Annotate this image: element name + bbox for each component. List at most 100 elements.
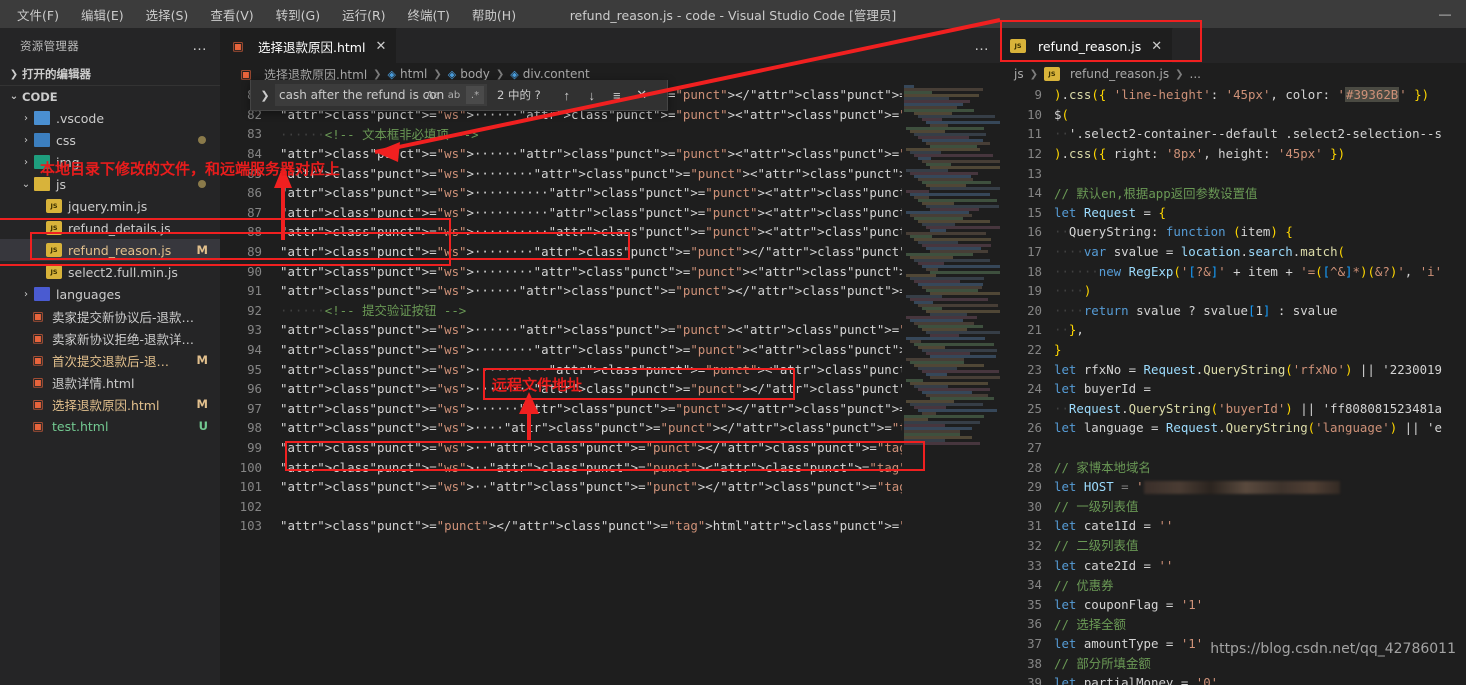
minimap-left[interactable] bbox=[902, 85, 1000, 685]
editor-actions-more-icon[interactable]: … bbox=[974, 28, 990, 63]
code-line[interactable]: 29 let HOST = ' bbox=[1000, 477, 1466, 497]
code-line[interactable]: 97 "attr">class"punct">="ws">······"attr"… bbox=[220, 399, 1000, 419]
tree-item[interactable]: ▣ 首次提交退款后-退… M bbox=[0, 349, 220, 371]
menu-item-run[interactable]: 运行(R) bbox=[331, 1, 396, 28]
find-expand-icon[interactable]: ❯ bbox=[255, 89, 275, 102]
menu-item-edit[interactable]: 编辑(E) bbox=[70, 1, 135, 28]
code-line[interactable]: 11 ··'.select2-container--default .select… bbox=[1000, 124, 1466, 144]
tree-item[interactable]: ▣ 退款详情.html bbox=[0, 371, 220, 393]
code-line[interactable]: 103 "attr">class"punct">="punct"></"attr"… bbox=[220, 516, 1000, 536]
code-line[interactable]: 27 bbox=[1000, 438, 1466, 458]
menu-item-go[interactable]: 转到(G) bbox=[265, 1, 331, 28]
code-line[interactable]: 17 ····var svalue = location.search.match… bbox=[1000, 242, 1466, 262]
tree-item[interactable]: › css bbox=[0, 129, 220, 151]
code-editor-right[interactable]: 9).css({ 'line-height': '45px', color: '… bbox=[1000, 85, 1466, 685]
tree-item[interactable]: JS refund_details.js bbox=[0, 217, 220, 239]
tree-item[interactable]: JS select2.full.min.js bbox=[0, 261, 220, 283]
code-line[interactable]: 21 ··}, bbox=[1000, 320, 1466, 340]
tree-item[interactable]: › img bbox=[0, 151, 220, 173]
code-line[interactable]: 23 let rfxNo = Request.QueryString('rfxNo… bbox=[1000, 359, 1466, 379]
find-previous-icon[interactable]: ↑ bbox=[559, 88, 575, 103]
tree-item[interactable]: JS jquery.min.js bbox=[0, 195, 220, 217]
find-select-all-icon[interactable]: ≡ bbox=[609, 88, 625, 103]
code-line[interactable]: 18 ······new RegExp('[?&]' + item + '=([^… bbox=[1000, 261, 1466, 281]
chevron-right-icon[interactable]: › bbox=[18, 157, 34, 168]
find-next-icon[interactable]: ↓ bbox=[584, 88, 600, 103]
code-line[interactable]: 96 "attr">class"punct">="ws">········"att… bbox=[220, 379, 1000, 399]
code-line[interactable]: 92 ······<!-- 提交验证按钮 --> bbox=[220, 301, 1000, 321]
code-line[interactable]: 88 "attr">class"punct">="ws">··········"a… bbox=[220, 222, 1000, 242]
code-line[interactable]: 26 let language = Request.QueryString('la… bbox=[1000, 418, 1466, 438]
code-line[interactable]: 94 "attr">class"punct">="ws">········"att… bbox=[220, 340, 1000, 360]
menu-item-view[interactable]: 查看(V) bbox=[199, 1, 264, 28]
tree-item[interactable]: JS refund_reason.js M bbox=[0, 239, 220, 261]
find-close-icon[interactable]: ✕ bbox=[634, 87, 650, 103]
code-line[interactable]: 30 // 一级列表值 bbox=[1000, 496, 1466, 516]
breadcrumb-folder-js[interactable]: js bbox=[1014, 67, 1024, 81]
code-line[interactable]: 90 "attr">class"punct">="ws">········"att… bbox=[220, 261, 1000, 281]
code-line[interactable]: 22} bbox=[1000, 340, 1466, 360]
menu-item-file[interactable]: 文件(F) bbox=[6, 1, 70, 28]
code-line[interactable]: 34 // 优惠券 bbox=[1000, 575, 1466, 595]
regex-icon[interactable]: .* bbox=[466, 86, 484, 104]
code-line[interactable]: 12).css({ right: '8px', height: '45px' }… bbox=[1000, 144, 1466, 164]
tree-item[interactable]: ▣ test.html U bbox=[0, 415, 220, 437]
code-line[interactable]: 83 ······<!-- 文本框非必填项 --> bbox=[220, 124, 1000, 144]
code-line[interactable]: 100 "attr">class"punct">="ws">··"attr">cl… bbox=[220, 457, 1000, 477]
chevron-down-icon[interactable]: ⌄ bbox=[18, 179, 34, 190]
breadcrumb-html[interactable]: html bbox=[400, 67, 427, 81]
tab-close-icon[interactable]: ✕ bbox=[1151, 39, 1162, 54]
code-line[interactable]: 93 "attr">class"punct">="ws">······"attr"… bbox=[220, 320, 1000, 340]
code-line[interactable]: 19 ····) bbox=[1000, 281, 1466, 301]
code-line[interactable]: 20 ····return svalue ? svalue[1] : svalue bbox=[1000, 301, 1466, 321]
whole-word-icon[interactable]: ab bbox=[445, 86, 463, 104]
chevron-right-icon[interactable]: › bbox=[18, 289, 34, 300]
code-line[interactable]: 95 "attr">class"punct">="ws">··········"a… bbox=[220, 359, 1000, 379]
tree-item[interactable]: › .vscode bbox=[0, 107, 220, 129]
breadcrumb-body[interactable]: body bbox=[460, 67, 490, 81]
chevron-right-icon[interactable]: › bbox=[18, 135, 34, 146]
project-root-section[interactable]: ⌄ CODE bbox=[0, 85, 220, 107]
code-line[interactable]: 14 // 默认en,根据app返回参数设置值 bbox=[1000, 183, 1466, 203]
menu-item-help[interactable]: 帮助(H) bbox=[461, 1, 527, 28]
chevron-right-icon[interactable]: › bbox=[18, 113, 34, 124]
find-widget[interactable]: ❯ cash after the refund is con Aa ab .* … bbox=[250, 80, 668, 111]
code-line[interactable]: 10 $( bbox=[1000, 105, 1466, 125]
code-line[interactable]: 25 ··Request.QueryString('buyerId') || 'f… bbox=[1000, 399, 1466, 419]
code-line[interactable]: 9).css({ 'line-height': '45px', color: '… bbox=[1000, 85, 1466, 105]
tree-item[interactable]: ▣ 卖家提交新协议后-退款… bbox=[0, 305, 220, 327]
code-line[interactable]: 13 bbox=[1000, 163, 1466, 183]
menu-item-select[interactable]: 选择(S) bbox=[135, 1, 200, 28]
match-case-icon[interactable]: Aa bbox=[424, 86, 442, 104]
code-line[interactable]: 85 "attr">class"punct">="ws">········"att… bbox=[220, 163, 1000, 183]
code-line[interactable]: 31 let cate1Id = '' bbox=[1000, 516, 1466, 536]
find-input[interactable]: cash after the refund is con Aa ab .* bbox=[275, 84, 487, 106]
open-editors-section[interactable]: ❯ 打开的编辑器 bbox=[0, 63, 220, 85]
code-line[interactable]: 102 bbox=[220, 496, 1000, 516]
code-line[interactable]: 36 // 选择全额 bbox=[1000, 614, 1466, 634]
tree-item[interactable]: ⌄ js bbox=[0, 173, 220, 195]
tree-item[interactable]: › languages bbox=[0, 283, 220, 305]
breadcrumb-div-content[interactable]: div.content bbox=[523, 67, 590, 81]
code-line[interactable]: 39 let partialMoney = '0' bbox=[1000, 673, 1466, 685]
code-editor-left[interactable]: 81"attr">class"punct">="ws">······"attr"… bbox=[220, 85, 1000, 685]
code-line[interactable]: 86 "attr">class"punct">="ws">··········"a… bbox=[220, 183, 1000, 203]
code-line[interactable]: 32 // 二级列表值 bbox=[1000, 536, 1466, 556]
code-line[interactable]: 98 "attr">class"punct">="ws">····"attr">c… bbox=[220, 418, 1000, 438]
code-line[interactable]: 28 // 家博本地域名 bbox=[1000, 457, 1466, 477]
code-line[interactable]: 33 let cate2Id = '' bbox=[1000, 555, 1466, 575]
code-line[interactable]: 35 let couponFlag = '1' bbox=[1000, 594, 1466, 614]
tree-item[interactable]: ▣ 选择退款原因.html M bbox=[0, 393, 220, 415]
menu-item-terminal[interactable]: 终端(T) bbox=[397, 1, 461, 28]
code-line[interactable]: 15 let Request = { bbox=[1000, 203, 1466, 223]
tab-refund-reason-js[interactable]: JS refund_reason.js ✕ bbox=[1000, 28, 1174, 63]
tree-item[interactable]: ▣ 卖家新协议拒绝-退款详… bbox=[0, 327, 220, 349]
explorer-more-icon[interactable]: … bbox=[192, 38, 208, 53]
code-line[interactable]: 101 "attr">class"punct">="ws">··"attr">cl… bbox=[220, 477, 1000, 497]
tab-close-icon[interactable]: ✕ bbox=[375, 39, 386, 54]
code-line[interactable]: 84 "attr">class"punct">="ws">······"attr"… bbox=[220, 144, 1000, 164]
minimize-button[interactable]: — bbox=[1424, 0, 1466, 28]
code-line[interactable]: 89 "attr">class"punct">="ws">········"att… bbox=[220, 242, 1000, 262]
breadcrumb-ellipsis[interactable]: ... bbox=[1190, 67, 1201, 81]
code-line[interactable]: 91 "attr">class"punct">="ws">······"attr"… bbox=[220, 281, 1000, 301]
